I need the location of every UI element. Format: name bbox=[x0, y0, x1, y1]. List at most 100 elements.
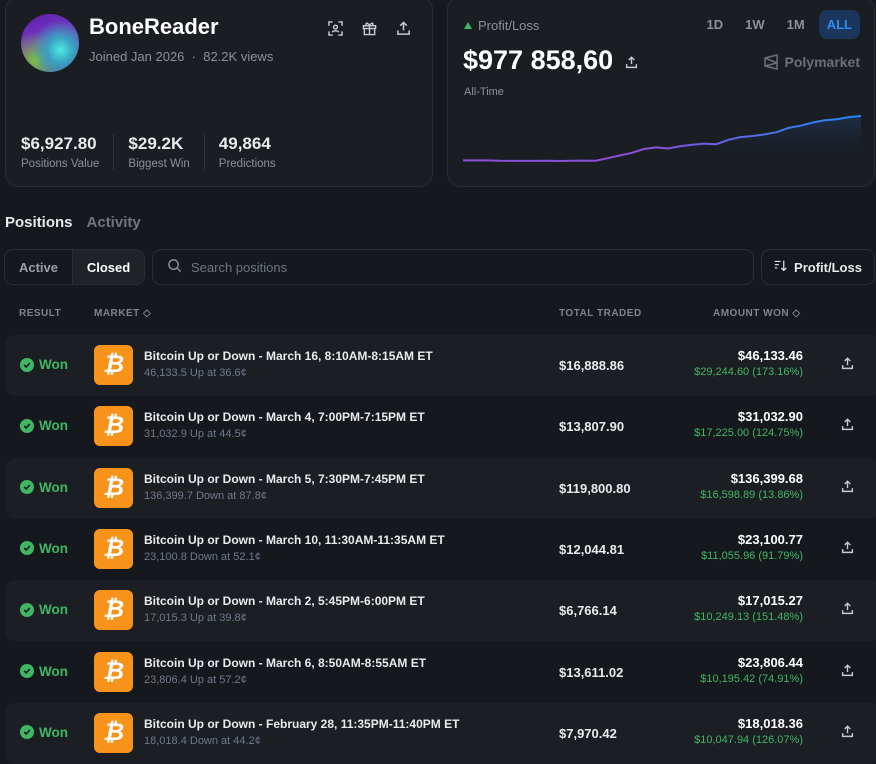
market-subtitle: 46,133.5 Up at 36.6¢ bbox=[144, 367, 247, 379]
total-traded: $6,766.14 bbox=[559, 603, 617, 619]
bitcoin-icon: ₿ bbox=[94, 406, 133, 447]
table-row[interactable]: Won ₿ Bitcoin Up or Down - March 2, 5:45… bbox=[5, 580, 876, 642]
search-input[interactable] bbox=[191, 259, 731, 275]
market-subtitle: 31,032.9 Up at 44.5¢ bbox=[144, 428, 247, 441]
search-icon bbox=[167, 258, 182, 276]
range-1w[interactable]: 1W bbox=[737, 10, 773, 39]
total-traded: $16,888.86 bbox=[559, 358, 625, 373]
check-circle-icon bbox=[20, 725, 34, 740]
range-all[interactable]: ALL bbox=[818, 10, 860, 39]
check-circle-icon bbox=[20, 480, 34, 495]
filter-closed[interactable]: Closed bbox=[73, 250, 144, 284]
table-row[interactable]: Won ₿ Bitcoin Up or Down - March 10, 11:… bbox=[5, 519, 876, 580]
col-market[interactable]: MARKET ◇ bbox=[94, 308, 151, 319]
scan-icon[interactable] bbox=[326, 19, 344, 37]
filter-active[interactable]: Active bbox=[5, 250, 73, 284]
table-row[interactable]: Won ₿ Bitcoin Up or Down - March 4, 7:00… bbox=[5, 396, 876, 457]
market-subtitle: 23,100.8 Down at 52.1¢ bbox=[144, 550, 261, 563]
range-1m[interactable]: 1M bbox=[779, 10, 813, 39]
tab-positions[interactable]: Positions bbox=[5, 214, 73, 231]
market-subtitle: 17,015.3 Up at 39.8¢ bbox=[144, 612, 247, 625]
profit-amount: $10,047.94 (126.07%) bbox=[694, 733, 803, 746]
result-badge: Won bbox=[20, 541, 68, 556]
sort-icon bbox=[774, 259, 787, 275]
total-traded: $12,044.81 bbox=[559, 541, 625, 557]
stat-positions-value: $6,927.80 Positions Value bbox=[21, 134, 115, 170]
check-circle-icon bbox=[20, 357, 34, 372]
share-icon[interactable] bbox=[394, 19, 412, 37]
views-count: 82.2K views bbox=[203, 49, 274, 64]
period-label: All-Time bbox=[464, 86, 504, 98]
col-amount-won[interactable]: AMOUNT WON ◇ bbox=[713, 308, 801, 319]
profit-amount: $29,244.60 (173.16%) bbox=[694, 366, 803, 378]
market-title[interactable]: Bitcoin Up or Down - February 28, 11:35P… bbox=[144, 717, 459, 731]
share-icon[interactable] bbox=[841, 479, 854, 498]
sort-label: Profit/Loss bbox=[794, 259, 862, 275]
up-triangle-icon bbox=[464, 22, 472, 29]
col-total-traded: TOTAL TRADED bbox=[559, 308, 642, 319]
market-subtitle: 136,399.7 Down at 87.8¢ bbox=[144, 489, 267, 502]
total-traded: $13,611.02 bbox=[559, 664, 624, 680]
market-title[interactable]: Bitcoin Up or Down - March 2, 5:45PM-6:0… bbox=[144, 594, 425, 608]
profile-meta: Joined Jan 2026 · 82.2K views bbox=[89, 49, 273, 64]
result-badge: Won bbox=[20, 418, 68, 433]
pnl-value: $977 858,60 bbox=[463, 45, 614, 75]
bitcoin-icon: ₿ bbox=[94, 651, 133, 692]
profile-card: BoneReader Joined Jan 2026 · 82.2K views… bbox=[5, 0, 433, 187]
username: BoneReader bbox=[89, 14, 219, 39]
pnl-label: Profit/Loss bbox=[478, 18, 540, 33]
share-icon[interactable] bbox=[841, 663, 854, 682]
total-traded: $7,970.42 bbox=[559, 725, 617, 741]
amount-won: $18,018.36 bbox=[737, 715, 803, 731]
share-icon[interactable] bbox=[841, 725, 854, 743]
col-result: RESULT bbox=[19, 308, 62, 319]
market-title[interactable]: Bitcoin Up or Down - March 4, 7:00PM-7:1… bbox=[144, 410, 425, 424]
amount-won: $46,133.46 bbox=[737, 348, 803, 363]
profit-amount: $17,225.00 (124.75%) bbox=[694, 427, 803, 440]
pnl-chart bbox=[463, 115, 861, 164]
check-circle-icon bbox=[20, 541, 34, 556]
result-badge: Won bbox=[20, 480, 68, 495]
pnl-card: Profit/Loss 1D 1W 1M ALL $977 858,60 All… bbox=[447, 0, 875, 187]
share-icon[interactable] bbox=[841, 541, 854, 559]
table-row[interactable]: Won ₿ Bitcoin Up or Down - February 28, … bbox=[5, 702, 876, 764]
result-badge: Won bbox=[20, 357, 68, 372]
market-title[interactable]: Bitcoin Up or Down - March 16, 8:10AM-8:… bbox=[144, 349, 433, 363]
avatar bbox=[21, 14, 79, 72]
search-box bbox=[152, 249, 754, 285]
separator: · bbox=[191, 49, 196, 64]
market-title[interactable]: Bitcoin Up or Down - March 10, 11:30AM-1… bbox=[144, 533, 445, 547]
stat-biggest-win: $29.2K Biggest Win bbox=[128, 134, 205, 170]
bitcoin-icon: ₿ bbox=[94, 345, 133, 385]
result-badge: Won bbox=[20, 664, 68, 679]
bitcoin-icon: ₿ bbox=[94, 528, 133, 569]
table-row[interactable]: Won ₿ Bitcoin Up or Down - March 6, 8:50… bbox=[5, 642, 876, 703]
market-title[interactable]: Bitcoin Up or Down - March 6, 8:50AM-8:5… bbox=[144, 656, 426, 670]
table-row[interactable]: Won ₿ Bitcoin Up or Down - March 16, 8:1… bbox=[5, 335, 876, 396]
market-title[interactable]: Bitcoin Up or Down - March 5, 7:30PM-7:4… bbox=[144, 472, 425, 486]
bitcoin-icon: ₿ bbox=[94, 712, 133, 753]
range-1d[interactable]: 1D bbox=[699, 10, 732, 39]
sort-button[interactable]: Profit/Loss bbox=[761, 249, 875, 285]
share-icon[interactable] bbox=[625, 45, 638, 76]
gift-icon[interactable] bbox=[360, 19, 378, 37]
amount-won: $17,015.27 bbox=[737, 593, 803, 609]
table-row[interactable]: Won ₿ Bitcoin Up or Down - March 5, 7:30… bbox=[5, 457, 876, 519]
profit-amount: $16,598.89 (13.86%) bbox=[700, 488, 803, 501]
share-icon[interactable] bbox=[841, 418, 854, 436]
profit-amount: $10,249.13 (151.48%) bbox=[694, 611, 803, 624]
check-circle-icon bbox=[20, 664, 34, 678]
status-toggle: Active Closed bbox=[4, 249, 145, 285]
result-badge: Won bbox=[20, 602, 68, 617]
polymarket-logo: Polymarket bbox=[763, 54, 860, 70]
amount-won: $136,399.68 bbox=[730, 470, 803, 486]
share-icon[interactable] bbox=[841, 357, 854, 375]
result-badge: Won bbox=[20, 725, 68, 740]
amount-won: $31,032.90 bbox=[737, 409, 803, 425]
share-icon[interactable] bbox=[841, 602, 854, 620]
check-circle-icon bbox=[20, 418, 34, 433]
amount-won: $23,100.77 bbox=[737, 531, 803, 547]
market-subtitle: 23,806.4 Up at 57.2¢ bbox=[144, 673, 247, 686]
profit-amount: $10,195.42 (74.91%) bbox=[700, 672, 803, 685]
tab-activity[interactable]: Activity bbox=[87, 214, 141, 231]
